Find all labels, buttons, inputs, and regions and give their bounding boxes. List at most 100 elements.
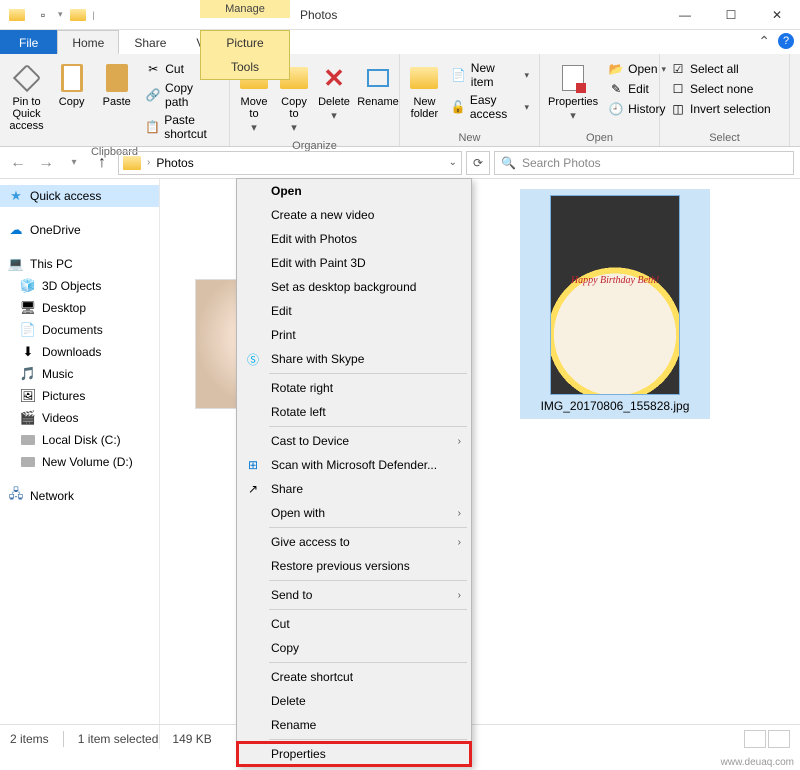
sidebar-local-disk-c[interactable]: Local Disk (C:) <box>0 429 159 451</box>
ctx-properties[interactable]: Properties <box>237 742 471 766</box>
sidebar-this-pc[interactable]: 💻This PC <box>0 253 159 275</box>
properties-icon <box>557 62 589 94</box>
ctx-cast-to-device[interactable]: Cast to Device› <box>237 429 471 453</box>
search-input[interactable]: 🔍 Search Photos <box>494 151 794 175</box>
sidebar-music[interactable]: 🎵Music <box>0 363 159 385</box>
ctx-rotate-right[interactable]: Rotate right <box>237 376 471 400</box>
defender-icon: ⊞ <box>245 457 261 473</box>
help-icon[interactable]: ? <box>778 33 794 49</box>
music-icon: 🎵 <box>20 366 36 382</box>
history-icon: 🕘 <box>608 101 624 117</box>
path-icon: 🔗 <box>145 87 161 103</box>
sidebar-pictures[interactable]: 🖼Pictures <box>0 385 159 407</box>
status-item-count: 2 items <box>10 732 49 746</box>
ctx-send-to[interactable]: Send to› <box>237 583 471 607</box>
back-button[interactable]: ← <box>6 151 30 175</box>
collapse-ribbon-icon[interactable]: ⌃ <box>758 33 770 50</box>
ctx-cut[interactable]: Cut <box>237 612 471 636</box>
submenu-arrow-icon: › <box>458 537 461 548</box>
ctx-scan-defender[interactable]: ⊞Scan with Microsoft Defender... <box>237 453 471 477</box>
downloads-icon: ⬇ <box>20 344 36 360</box>
sidebar-quick-access[interactable]: ★Quick access <box>0 185 159 207</box>
share-icon: ↗ <box>245 481 261 497</box>
chevron-down-icon[interactable]: ▾ <box>58 9 63 20</box>
tab-file[interactable]: File <box>0 30 57 54</box>
select-none-button[interactable]: ☐Select none <box>668 80 773 98</box>
minimize-button[interactable]: — <box>662 0 708 30</box>
delete-button[interactable]: ✕ Delete▾ <box>316 58 352 126</box>
easy-access-button[interactable]: 🔓Easy access ▾ <box>449 92 531 122</box>
thumbnails-view-button[interactable] <box>768 730 790 748</box>
qat-item[interactable] <box>67 4 89 26</box>
open-button[interactable]: 📂Open ▾ <box>606 60 668 78</box>
sidebar-network[interactable]: 🖧Network <box>0 485 159 507</box>
ribbon-tabs: File Home Share View Picture Tools ⌃ ? <box>0 30 800 54</box>
address-bar[interactable]: › Photos ⌄ <box>118 151 462 175</box>
ctx-delete[interactable]: Delete <box>237 689 471 713</box>
ctx-edit-paint3d[interactable]: Edit with Paint 3D <box>237 251 471 275</box>
edit-button[interactable]: ✎Edit <box>606 80 668 98</box>
ctx-set-background[interactable]: Set as desktop background <box>237 275 471 299</box>
submenu-arrow-icon: › <box>458 436 461 447</box>
ctx-copy[interactable]: Copy <box>237 636 471 660</box>
ctx-create-shortcut[interactable]: Create shortcut <box>237 665 471 689</box>
sidebar-videos[interactable]: 🎬Videos <box>0 407 159 429</box>
pc-icon: 💻 <box>8 256 24 272</box>
ctx-restore-versions[interactable]: Restore previous versions <box>237 554 471 578</box>
ctx-edit-photos[interactable]: Edit with Photos <box>237 227 471 251</box>
up-button[interactable]: ↑ <box>90 151 114 175</box>
ctx-give-access[interactable]: Give access to› <box>237 530 471 554</box>
folder-icon <box>123 156 141 170</box>
new-folder-button[interactable]: New folder <box>406 58 443 124</box>
paste-shortcut-button[interactable]: 📋Paste shortcut <box>143 112 221 142</box>
videos-icon: 🎬 <box>20 410 36 426</box>
select-all-button[interactable]: ☑Select all <box>668 60 773 78</box>
sidebar-3d-objects[interactable]: 🧊3D Objects <box>0 275 159 297</box>
star-icon: ★ <box>8 188 24 204</box>
ctx-share-skype[interactable]: ⓈShare with Skype <box>237 347 471 371</box>
rename-button[interactable]: Rename <box>356 58 400 112</box>
new-item-icon: 📄 <box>451 67 467 83</box>
group-label: Open <box>546 130 653 144</box>
copy-button[interactable]: Copy <box>51 58 92 112</box>
copy-path-button[interactable]: 🔗Copy path <box>143 80 221 110</box>
tab-picture-tools[interactable]: Picture Tools <box>200 30 290 80</box>
pin-icon <box>11 62 43 94</box>
properties-button[interactable]: Properties▾ <box>546 58 600 126</box>
status-selected-count: 1 item selected <box>78 732 159 746</box>
tab-share[interactable]: Share <box>119 30 181 54</box>
new-item-button[interactable]: 📄New item ▾ <box>449 60 531 90</box>
ctx-open[interactable]: Open <box>237 179 471 203</box>
sidebar-desktop[interactable]: 🖥Desktop <box>0 297 159 319</box>
ctx-rename[interactable]: Rename <box>237 713 471 737</box>
chevron-down-icon[interactable]: ⌄ <box>449 157 457 168</box>
ctx-create-video[interactable]: Create a new video <box>237 203 471 227</box>
ctx-edit[interactable]: Edit <box>237 299 471 323</box>
forward-button[interactable]: → <box>34 151 58 175</box>
ctx-open-with[interactable]: Open with› <box>237 501 471 525</box>
refresh-button[interactable]: ⟳ <box>466 151 490 175</box>
folder-icon[interactable] <box>6 4 28 26</box>
close-button[interactable]: ✕ <box>754 0 800 30</box>
ctx-share[interactable]: ↗Share <box>237 477 471 501</box>
sidebar-new-volume-d[interactable]: New Volume (D:) <box>0 451 159 473</box>
breadcrumb[interactable]: Photos <box>156 156 193 170</box>
ctx-rotate-left[interactable]: Rotate left <box>237 400 471 424</box>
paste-button[interactable]: Paste <box>96 58 137 112</box>
sidebar-downloads[interactable]: ⬇Downloads <box>0 341 159 363</box>
sidebar-onedrive[interactable]: ☁OneDrive <box>0 219 159 241</box>
details-view-button[interactable] <box>744 730 766 748</box>
tab-home[interactable]: Home <box>57 30 119 54</box>
ctx-print[interactable]: Print <box>237 323 471 347</box>
open-icon: 📂 <box>608 61 624 77</box>
invert-selection-button[interactable]: ◫Invert selection <box>668 100 773 118</box>
recent-locations-button[interactable]: ▾ <box>62 151 86 175</box>
history-button[interactable]: 🕘History <box>606 100 668 118</box>
qat-item[interactable]: ▫ <box>32 4 54 26</box>
quick-access-toolbar: ▫ ▾ | <box>0 4 101 26</box>
file-item-selected[interactable]: Happy Birthday Beth! IMG_20170806_155828… <box>520 189 710 419</box>
maximize-button[interactable]: ☐ <box>708 0 754 30</box>
sidebar-documents[interactable]: 📄Documents <box>0 319 159 341</box>
scissors-icon: ✂ <box>145 61 161 77</box>
pin-to-quick-access-button[interactable]: Pin to Quick access <box>6 58 47 136</box>
